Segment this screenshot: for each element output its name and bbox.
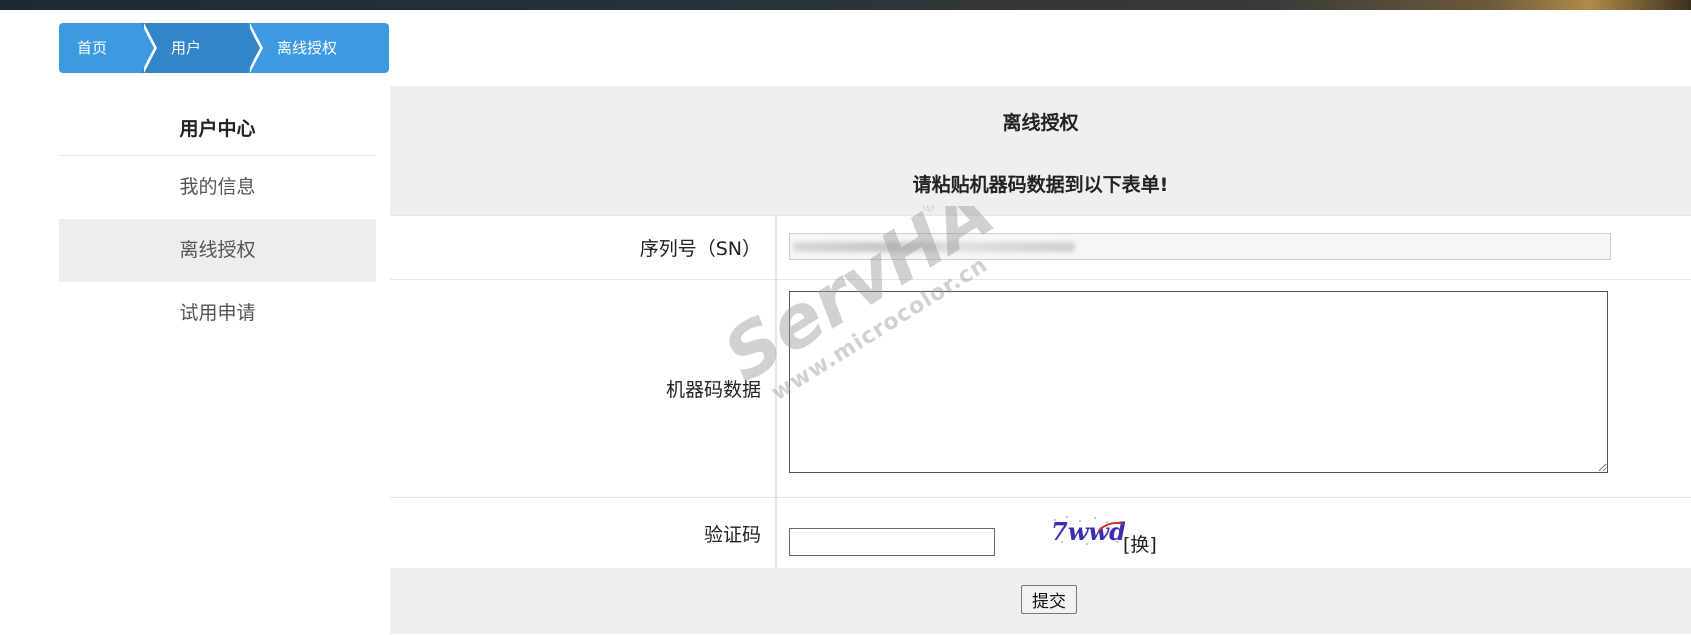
- captcha-label: 验证码: [390, 498, 777, 568]
- form-footer: 提交: [390, 568, 1691, 634]
- breadcrumb-home[interactable]: 首页: [59, 23, 157, 73]
- captcha-field-cell: 7wwd [换]: [777, 498, 1691, 568]
- breadcrumb-offline-auth[interactable]: 离线授权: [247, 23, 389, 73]
- machine-code-textarea[interactable]: [789, 291, 1608, 473]
- captcha-input[interactable]: [789, 528, 995, 556]
- form-header: 离线授权 请粘贴机器码数据到以下表单!: [390, 86, 1691, 215]
- sidebar-title: 用户中心: [59, 97, 376, 156]
- form-title: 离线授权: [1002, 112, 1079, 134]
- sn-field-cell: [777, 216, 1691, 279]
- machine-code-row: 机器码数据: [390, 279, 1691, 497]
- sn-row: 序列号（SN）: [390, 215, 1691, 279]
- captcha-image[interactable]: 7wwd: [1047, 512, 1127, 548]
- captcha-row: 验证码 7wwd [换]: [390, 497, 1691, 568]
- submit-button[interactable]: 提交: [1021, 585, 1077, 614]
- offline-auth-form: 离线授权 请粘贴机器码数据到以下表单! 序列号（SN） 机器码数据 验证码 7w…: [390, 86, 1691, 634]
- breadcrumb: 首页 用户 离线授权: [59, 23, 389, 73]
- machine-code-label: 机器码数据: [390, 280, 777, 497]
- sn-label: 序列号（SN）: [390, 216, 777, 279]
- sn-value-redacted: [793, 242, 1075, 252]
- sidebar-item-trial-request[interactable]: 试用申请: [59, 282, 376, 345]
- top-banner-strip: [0, 0, 1691, 10]
- sidebar-item-my-info[interactable]: 我的信息: [59, 156, 376, 219]
- sidebar-item-offline-auth[interactable]: 离线授权: [59, 219, 376, 282]
- captcha-refresh-link[interactable]: [换]: [1123, 530, 1157, 557]
- machine-code-field-cell: [777, 280, 1691, 497]
- sidebar: 用户中心 我的信息 离线授权 试用申请: [59, 97, 376, 345]
- form-instruction: 请粘贴机器码数据到以下表单!: [912, 174, 1169, 196]
- captcha-glyphs: 7wwd: [1051, 517, 1126, 546]
